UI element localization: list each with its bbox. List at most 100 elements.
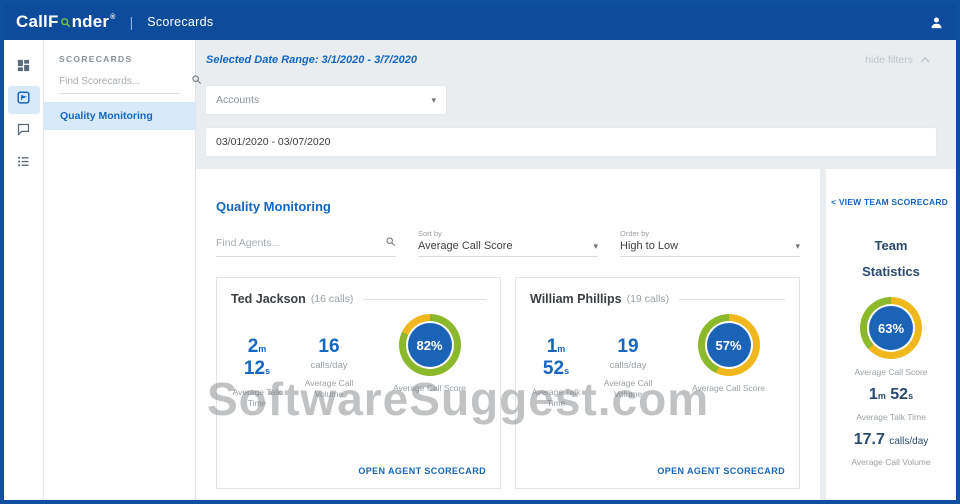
call-score-label: Average Call Score	[686, 383, 771, 394]
selected-date-range: Selected Date Range: 3/1/2020 - 3/7/2020	[206, 54, 417, 66]
order-by-label: Order by	[620, 229, 800, 238]
sort-by-select[interactable]: Average Call Score ▾	[418, 240, 598, 257]
agent-card-header: William Phillips (19 calls)	[516, 278, 799, 306]
call-score-donut: 82%	[399, 314, 461, 376]
sidebar-section-label: SCORECARDS	[44, 54, 195, 64]
agent-call-count: (16 calls)	[311, 293, 354, 305]
team-statistics-panel: < VIEW TEAM SCORECARD Team Statistics 63…	[826, 169, 956, 500]
order-by-select[interactable]: High to Low ▾	[620, 240, 800, 257]
team-statistics-title: Team Statistics	[826, 233, 956, 285]
agent-card-header: Ted Jackson (16 calls)	[217, 278, 500, 306]
nav-dashboard-button[interactable]	[8, 54, 40, 82]
team-score-label: Average Call Score	[826, 367, 956, 377]
chevron-down-icon: ▾	[593, 241, 598, 252]
chevron-down-icon: ▾	[431, 95, 436, 106]
logo-text-left: CallF	[16, 12, 59, 32]
chat-icon	[16, 122, 31, 142]
date-range-label: Selected Date Range:	[206, 54, 318, 66]
sidebar-item-quality-monitoring[interactable]: Quality Monitoring	[44, 102, 195, 130]
talk-seconds: 12	[244, 358, 265, 379]
magnifier-logo-icon	[60, 13, 71, 33]
agent-controls: Sort by Average Call Score ▾ Order by Hi…	[216, 229, 800, 257]
header-rule	[679, 299, 785, 300]
order-by-group: Order by High to Low ▾	[620, 229, 800, 257]
talk-minutes-unit: m	[557, 344, 565, 354]
team-talk-time: 1m 52s	[826, 386, 956, 404]
nav-rail	[4, 40, 44, 500]
find-scorecards-input[interactable]	[59, 76, 191, 87]
team-score-value: 63%	[869, 306, 913, 350]
chevron-down-icon: ▾	[795, 241, 800, 252]
avg-talk-time-stat: 1m 52s Average Talk Time	[524, 336, 588, 410]
call-volume-value: 16	[291, 336, 367, 358]
team-volume-unit: calls/day	[889, 436, 928, 447]
team-talk-seconds: 52	[890, 386, 908, 403]
open-agent-scorecard-link[interactable]: OPEN AGENT SCORECARD	[358, 466, 486, 476]
search-icon	[385, 234, 396, 252]
call-volume-label: Average Call Volume	[590, 378, 666, 401]
sort-by-value: Average Call Score	[418, 240, 513, 252]
avg-talk-time-stat: 2m 12s Average Talk Time	[225, 336, 289, 410]
team-score-donut: 63%	[860, 297, 922, 359]
nav-list-button[interactable]	[8, 150, 40, 178]
call-score-label: Average Call Score	[387, 383, 472, 394]
date-range-input[interactable]	[206, 128, 936, 156]
team-score-donut-wrap: 63%	[826, 297, 956, 359]
team-talk-minutes-unit: m	[878, 391, 886, 401]
call-volume-unit: calls/day	[590, 360, 666, 371]
call-score-value: 82%	[408, 323, 452, 367]
card-heading: Quality Monitoring	[216, 199, 331, 214]
team-talk-minutes: 1	[869, 386, 878, 403]
sort-by-group: Sort by Average Call Score ▾	[418, 229, 598, 257]
agent-stats: 2m 12s Average Talk Time 16 calls/day Av…	[217, 306, 500, 410]
avg-call-score-stat: 57% Average Call Score	[666, 314, 791, 394]
team-talk-seconds-unit: s	[908, 391, 913, 401]
registered-mark: ®	[110, 14, 115, 21]
accounts-dropdown[interactable]: Accounts ▾	[206, 86, 446, 114]
team-volume-label: Average Call Volume	[826, 457, 956, 467]
search-icon	[191, 72, 202, 90]
callfinder-logo: CallF nder ®	[16, 12, 116, 32]
call-score-value: 57%	[707, 323, 751, 367]
app-window: CallF nder ® | Scorecards	[0, 0, 960, 504]
header-divider: |	[130, 14, 134, 30]
agent-card: Ted Jackson (16 calls) 2m 12s Average Ta…	[216, 277, 501, 489]
agents-search	[216, 234, 396, 257]
team-title-line1: Team	[826, 233, 956, 259]
open-agent-scorecard-link[interactable]: OPEN AGENT SCORECARD	[657, 466, 785, 476]
agent-stats: 1m 52s Average Talk Time 19 calls/day Av…	[516, 306, 799, 410]
agent-name: William Phillips	[530, 292, 622, 306]
view-team-scorecard-link[interactable]: < VIEW TEAM SCORECARD	[831, 197, 948, 207]
date-range-value: 3/1/2020 - 3/7/2020	[322, 54, 417, 66]
call-volume-unit: calls/day	[291, 360, 367, 371]
agent-card: William Phillips (19 calls) 1m 52s Avera…	[515, 277, 800, 489]
talk-minutes-unit: m	[258, 344, 266, 354]
scorecards-search	[59, 72, 180, 94]
talk-seconds-unit: s	[564, 366, 569, 376]
talk-seconds: 52	[543, 358, 564, 379]
talk-time-label: Average Talk Time	[225, 387, 289, 410]
find-agents-input[interactable]	[216, 237, 385, 249]
user-account-icon[interactable]	[929, 15, 944, 30]
quality-monitoring-card: Quality Monitoring Sort by Average Call …	[196, 169, 820, 500]
hide-filters-label: hide filters	[865, 54, 913, 66]
talk-minutes: 2	[248, 336, 259, 357]
nav-messages-button[interactable]	[8, 118, 40, 146]
call-score-donut: 57%	[698, 314, 760, 376]
team-title-line2: Statistics	[826, 259, 956, 285]
agent-call-count: (19 calls)	[627, 293, 670, 305]
scorecards-icon	[16, 90, 31, 110]
team-talk-time-label: Average Talk Time	[826, 412, 956, 422]
chevron-up-icon	[920, 54, 930, 66]
top-bar: CallF nder ® | Scorecards	[4, 4, 956, 40]
team-call-volume: 17.7 calls/day	[826, 431, 956, 449]
nav-scorecards-button[interactable]	[8, 86, 40, 114]
order-by-value: High to Low	[620, 240, 678, 252]
hide-filters-toggle[interactable]: hide filters	[865, 54, 930, 66]
sidebar: SCORECARDS Quality Monitoring	[44, 40, 196, 500]
page-title: Scorecards	[147, 15, 213, 29]
agent-name: Ted Jackson	[231, 292, 306, 306]
header-rule	[363, 299, 486, 300]
accounts-dropdown-value: Accounts	[216, 94, 259, 106]
list-icon	[16, 154, 31, 174]
